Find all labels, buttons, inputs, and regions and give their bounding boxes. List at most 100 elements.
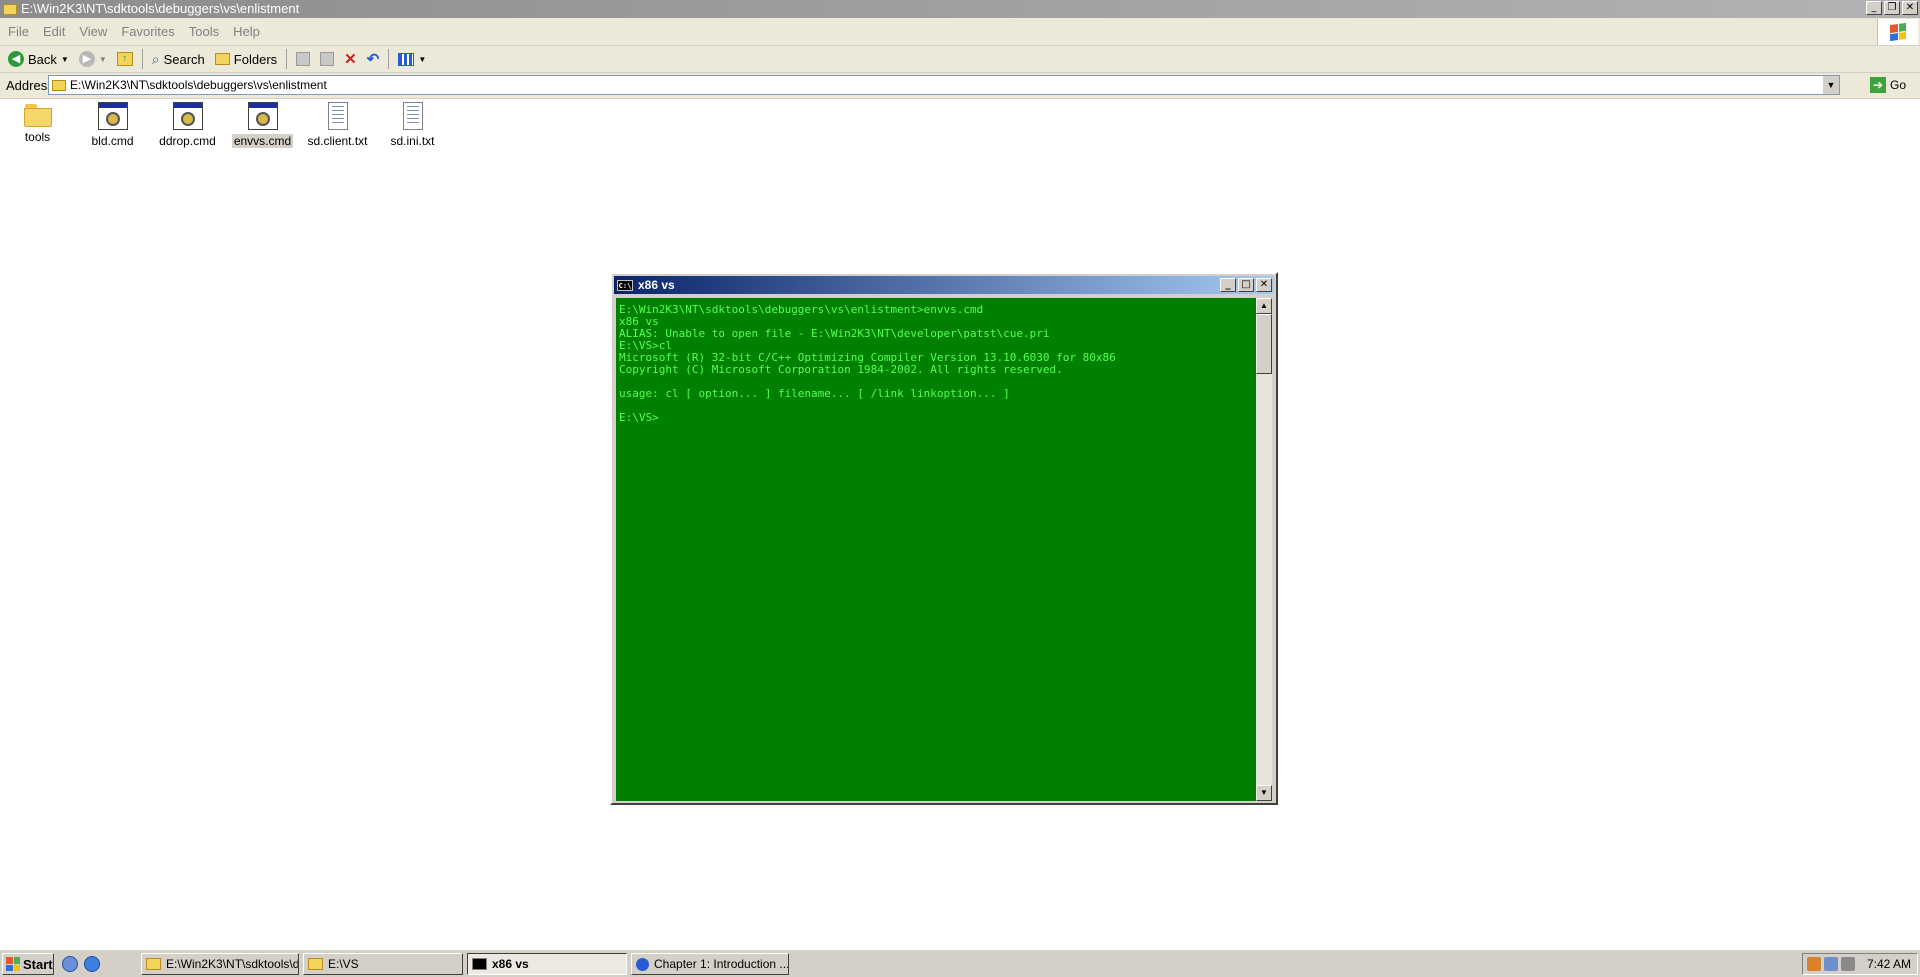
minimize-button[interactable]: _: [1866, 1, 1882, 15]
undo-icon: ↶: [366, 51, 380, 68]
taskbar: Start E:\Win2K3\NT\sdktools\d... E:\VS x…: [0, 949, 1920, 977]
start-label: Start: [23, 956, 53, 972]
taskbar-item-label: E:\Win2K3\NT\sdktools\d...: [166, 957, 299, 971]
menu-bar: File Edit View Favorites Tools Help: [0, 18, 1920, 46]
file-item-bld-cmd[interactable]: bld.cmd: [75, 99, 150, 159]
console-icon: [472, 958, 487, 970]
taskbar-item-console[interactable]: x86 vs: [467, 953, 627, 975]
help-icon: [636, 957, 649, 971]
menu-file[interactable]: File: [8, 24, 29, 39]
address-bar: Address E:\Win2K3\NT\sdktools\debuggers\…: [0, 73, 1920, 99]
copy-to-icon: [320, 52, 335, 66]
quick-launch-ie-icon[interactable]: [84, 956, 100, 972]
menu-tools[interactable]: Tools: [189, 24, 219, 39]
taskbar-item-label: E:\VS: [328, 957, 359, 971]
menu-edit[interactable]: Edit: [43, 24, 65, 39]
menu-help[interactable]: Help: [233, 24, 260, 39]
search-icon: ⌕: [151, 50, 160, 67]
taskbar-item-label: x86 vs: [492, 957, 529, 971]
views-button[interactable]: ▼: [394, 48, 430, 70]
system-tray: 7:42 AM: [1802, 953, 1918, 975]
explorer-title-bar[interactable]: E:\Win2K3\NT\sdktools\debuggers\vs\enlis…: [0, 0, 1920, 18]
file-list: tools bld.cmd ddrop.cmd envvs.cmd sd.cli…: [0, 99, 450, 159]
taskbar-item-explorer[interactable]: E:\Win2K3\NT\sdktools\d...: [141, 953, 299, 975]
file-name: bld.cmd: [91, 134, 134, 148]
address-input[interactable]: E:\Win2K3\NT\sdktools\debuggers\vs\enlis…: [48, 75, 1840, 95]
folder-icon: [308, 958, 323, 970]
close-button[interactable]: ✕: [1256, 278, 1272, 292]
folder-icon: [23, 102, 52, 127]
console-title: x86 vs: [638, 278, 675, 292]
taskbar-item-vs-folder[interactable]: E:\VS: [303, 953, 463, 975]
folder-icon: [3, 3, 17, 15]
console-title-bar[interactable]: C:\ x86 vs _ □ ✕: [614, 276, 1274, 294]
forward-arrow-icon: ▶: [78, 51, 95, 67]
back-button[interactable]: ◀ Back ▼: [4, 48, 73, 70]
tray-security-icon[interactable]: [1841, 957, 1855, 971]
address-dropdown-button[interactable]: ▼: [1823, 76, 1839, 94]
chevron-down-icon[interactable]: ▼: [61, 55, 69, 64]
move-to-button[interactable]: [292, 48, 314, 70]
file-name: sd.client.txt: [307, 134, 368, 148]
explorer-caption-buttons: _ ❐ ✕: [1866, 1, 1918, 15]
copy-to-button[interactable]: [316, 48, 338, 70]
scroll-down-button[interactable]: ▼: [1256, 785, 1272, 801]
folder-icon: [146, 958, 161, 970]
go-label: Go: [1889, 78, 1906, 92]
search-label: Search: [163, 51, 205, 67]
go-button[interactable]: ➔ Go: [1869, 77, 1906, 93]
views-icon: [398, 52, 415, 66]
folders-button[interactable]: Folders: [211, 48, 281, 70]
start-button[interactable]: Start: [2, 953, 54, 975]
taskbar-item-help[interactable]: Chapter 1: Introduction ...: [631, 953, 789, 975]
toolbar-separator: [388, 49, 390, 69]
delete-button[interactable]: ✕: [340, 48, 361, 70]
console-output[interactable]: E:\Win2K3\NT\sdktools\debuggers\vs\enlis…: [616, 298, 1256, 801]
file-name: sd.ini.txt: [390, 134, 435, 148]
scroll-up-button[interactable]: ▲: [1256, 298, 1272, 314]
explorer-title: E:\Win2K3\NT\sdktools\debuggers\vs\enlis…: [21, 1, 300, 16]
file-item-sd-client-txt[interactable]: sd.client.txt: [300, 99, 375, 159]
file-item-sd-ini-txt[interactable]: sd.ini.txt: [375, 99, 450, 159]
windows-logo-icon: [1877, 19, 1918, 45]
folders-icon: [214, 53, 230, 65]
standard-toolbar: ◀ Back ▼ ▶ ▼ ↑ ⌕ Search Folders ✕ ↶ ▼: [0, 46, 1920, 73]
tray-app-icon[interactable]: [1807, 957, 1821, 971]
file-item-envvs-cmd[interactable]: envvs.cmd: [225, 99, 300, 159]
back-arrow-icon: ◀: [8, 51, 24, 67]
minimize-button[interactable]: _: [1220, 278, 1236, 292]
quick-launch-desktop-icon[interactable]: [62, 956, 78, 972]
back-label: Back: [28, 51, 57, 67]
console-line: Copyright (C) Microsoft Corporation 1984…: [619, 363, 1063, 376]
clock[interactable]: 7:42 AM: [1867, 957, 1917, 971]
restore-button[interactable]: ❐: [1884, 1, 1900, 15]
chevron-down-icon[interactable]: ▼: [99, 55, 107, 64]
file-item-ddrop-cmd[interactable]: ddrop.cmd: [150, 99, 225, 159]
forward-button[interactable]: ▶ ▼: [75, 48, 111, 70]
text-file-icon: [402, 102, 423, 130]
up-folder-icon: ↑: [116, 52, 133, 66]
taskbar-item-label: Chapter 1: Introduction ...: [654, 957, 789, 971]
up-folder-button[interactable]: ↑: [113, 48, 137, 70]
toolbar-separator: [286, 49, 288, 69]
console-line: E:\Win2K3\NT\sdktools\debuggers\vs\enlis…: [619, 303, 984, 316]
file-name: tools: [24, 130, 51, 144]
folders-label: Folders: [233, 51, 278, 67]
undo-button[interactable]: ↶: [363, 48, 384, 70]
console-icon[interactable]: C:\: [617, 279, 633, 291]
tray-network-icon[interactable]: [1824, 957, 1838, 971]
batch-file-icon: [97, 102, 128, 130]
menu-view[interactable]: View: [79, 24, 107, 39]
console-scrollbar[interactable]: ▲ ▼: [1256, 298, 1272, 801]
windows-flag-icon: [6, 957, 20, 971]
go-arrow-icon: ➔: [1869, 77, 1886, 93]
console-window[interactable]: C:\ x86 vs _ □ ✕ E:\Win2K3\NT\sdktools\d…: [610, 272, 1278, 805]
maximize-button[interactable]: □: [1238, 278, 1254, 292]
file-item-tools[interactable]: tools: [0, 99, 75, 159]
scroll-thumb[interactable]: [1256, 314, 1272, 374]
search-button[interactable]: ⌕ Search: [148, 48, 209, 70]
folder-icon: [52, 79, 66, 91]
close-button[interactable]: ✕: [1902, 1, 1918, 15]
menu-favorites[interactable]: Favorites: [121, 24, 174, 39]
